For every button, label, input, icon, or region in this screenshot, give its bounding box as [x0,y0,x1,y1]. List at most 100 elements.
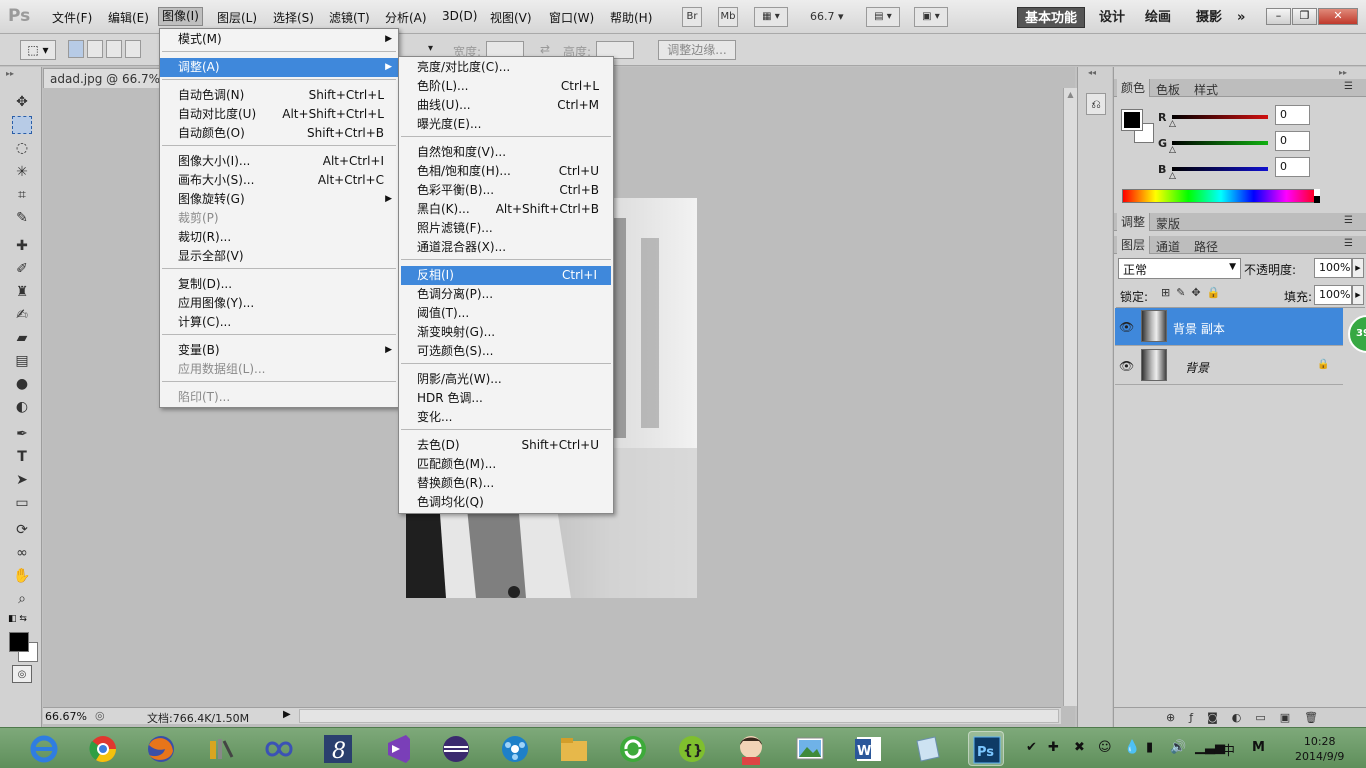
tab-adjustments[interactable]: 调整 [1117,213,1151,231]
clock[interactable]: 10:28 2014/9/9 [1295,734,1344,764]
workspace-photography[interactable]: 摄影 [1189,7,1229,28]
menu-item-variations[interactable]: 变化... [399,408,613,427]
menu-item-adjustments[interactable]: 调整(A) ▶ [160,58,398,77]
adjust-panel-menu-icon[interactable]: ☰ [1344,215,1353,226]
bridge-button[interactable]: Br [682,7,702,27]
layer-name[interactable]: 背景 副本 [1173,320,1225,337]
menu-item-photo-filter[interactable]: 照片滤镜(F)... [399,219,613,238]
tray-volume-icon[interactable]: 🔊 [1170,740,1186,755]
menu-item-gradient-map[interactable]: 渐变映射(G)... [399,323,613,342]
channel-b-thumb-icon[interactable]: △ [1169,171,1176,181]
menu-item-channel-mixer[interactable]: 通道混合器(X)... [399,238,613,257]
3d-rotate-icon[interactable]: ⟳ [12,521,32,539]
history-brush-icon[interactable]: ✍ [12,306,32,324]
photo-viewer-icon[interactable] [792,731,828,766]
menu-item-shadows-highlights[interactable]: 阴影/高光(W)... [399,370,613,389]
photoshop-taskbar-icon[interactable]: Ps [968,731,1004,766]
menu-item-levels[interactable]: 色阶(L)... Ctrl+L [399,77,613,96]
tab-masks[interactable]: 蒙版 [1156,215,1180,232]
tray-ime-label[interactable]: 中 [1222,740,1235,759]
channel-b-slider[interactable] [1172,167,1268,171]
menu-item-mode[interactable]: 模式(M) ▶ [160,30,398,49]
default-colors-icon[interactable]: ◧ ⇆ [8,614,27,624]
pen-tool-icon[interactable]: ✒ [12,425,32,443]
history-panel-icon[interactable]: ⎌ [1086,93,1106,115]
menu-view[interactable]: 视图(V) [490,9,532,26]
swap-icon[interactable]: ⇄ [540,42,550,56]
menu-item-black-white[interactable]: 黑白(K)... Alt+Shift+Ctrl+B [399,200,613,219]
type-tool-icon[interactable]: T [12,448,32,466]
menu-item-auto-contrast[interactable]: 自动对比度(U) Alt+Shift+Ctrl+L [160,105,398,124]
eclipse-icon[interactable] [438,731,474,766]
style-dropdown-icon[interactable]: ▾ [428,43,433,54]
channel-g-value[interactable]: 0 [1275,131,1310,151]
menu-item-hdr-toning[interactable]: HDR 色调... [399,389,613,408]
tab-layers[interactable]: 图层 [1117,236,1151,254]
menu-item-selective-color[interactable]: 可选颜色(S)... [399,342,613,361]
menu-layer[interactable]: 图层(L) [217,9,257,26]
menu-item-auto-tone[interactable]: 自动色调(N) Shift+Ctrl+L [160,86,398,105]
menu-item-image-rotation[interactable]: 图像旋转(G) ▶ [160,190,398,209]
crop-tool-icon[interactable]: ⌗ [12,186,32,204]
quick-select-tool-icon[interactable]: ✳ [12,163,32,181]
restore-icon[interactable]: ❐ [1292,8,1317,25]
close-icon[interactable]: ✕ [1318,8,1358,25]
brush-tool-icon[interactable]: ✐ [12,260,32,278]
infinity-app-icon[interactable] [261,731,297,766]
menu-analysis[interactable]: 分析(A) [385,9,427,26]
dock-collapse-icon[interactable]: ◂◂ [1088,68,1096,77]
menu-item-replace-color[interactable]: 替换颜色(R)... [399,474,613,493]
refine-edge-button[interactable]: 调整边缘... [658,40,736,60]
tab-channels[interactable]: 通道 [1156,238,1180,255]
panel-expand-icon[interactable]: ▸▸ [1339,68,1347,77]
layer-row[interactable]: 👁 背景 🔒 [1115,347,1343,385]
marquee-preset-picker[interactable]: ⬚ ▾ [20,40,56,60]
tab-color[interactable]: 颜色 [1117,79,1151,97]
zoom-percent[interactable]: 66.67% [45,710,87,723]
intersect-selection-icon[interactable] [125,40,141,58]
layers-panel-menu-icon[interactable]: ☰ [1344,238,1353,249]
panel-menu-icon[interactable]: ☰ [1344,81,1353,92]
tray-plus-icon[interactable]: ✚ [1048,740,1059,755]
layer-actions-bar[interactable]: ⊕ƒ◙◐▭▣🗑 [1114,707,1366,727]
menu-item-vibrance[interactable]: 自然饱和度(V)... [399,143,613,162]
path-select-icon[interactable]: ➤ [12,471,32,489]
arrange-docs-button[interactable]: ▤ ▾ [866,7,900,27]
channel-g-thumb-icon[interactable]: △ [1169,145,1176,155]
blur-tool-icon[interactable]: ● [12,375,32,393]
lasso-tool-icon[interactable]: ◌ [12,139,32,157]
zoom-level[interactable]: 66.7 ▾ [810,10,844,23]
tray-m-label[interactable]: M [1252,740,1265,755]
menu-file[interactable]: 文件(F) [52,9,92,26]
foreground-color-swatch[interactable] [9,632,29,652]
status-menu-icon[interactable]: ▶ [283,709,291,720]
menu-3d[interactable]: 3D(D) [442,9,477,23]
menu-item-brightness-contrast[interactable]: 亮度/对比度(C)... [399,58,613,77]
menu-item-desaturate[interactable]: 去色(D) Shift+Ctrl+U [399,436,613,455]
menu-item-calculations[interactable]: 计算(C)... [160,313,398,332]
channel-r-value[interactable]: 0 [1275,105,1310,125]
fill-field[interactable]: 100% [1314,285,1352,305]
menu-item-curves[interactable]: 曲线(U)... Ctrl+M [399,96,613,115]
menu-item-image-size[interactable]: 图像大小(I)... Alt+Ctrl+I [160,152,398,171]
collapse-icon[interactable]: ▸▸ [6,69,14,78]
bw-ramp[interactable] [1314,189,1320,203]
workspace-more-icon[interactable]: » [1230,7,1252,28]
firefox-icon[interactable] [143,731,179,766]
channel-b-value[interactable]: 0 [1275,157,1310,177]
fg-swatch[interactable] [1121,109,1143,131]
workspace-essentials[interactable]: 基本功能 [1017,7,1086,28]
brackets-app-icon[interactable]: {} [674,731,710,766]
tray-battery-icon[interactable]: ▮ [1146,740,1153,755]
menu-help[interactable]: 帮助(H) [610,9,652,26]
minimize-icon[interactable]: – [1266,8,1291,25]
workspace-design[interactable]: 设计 [1092,7,1132,28]
subtract-selection-icon[interactable] [106,40,122,58]
menu-item-exposure[interactable]: 曝光度(E)... [399,115,613,134]
move-tool-icon[interactable]: ✥ [12,93,32,111]
zoom-tool-icon[interactable]: ⌕ [12,590,32,608]
menu-window[interactable]: 窗口(W) [549,9,594,26]
menu-filter[interactable]: 滤镜(T) [329,9,370,26]
quick-mask-icon[interactable]: ◎ [12,665,32,683]
tab-styles[interactable]: 样式 [1194,81,1218,98]
